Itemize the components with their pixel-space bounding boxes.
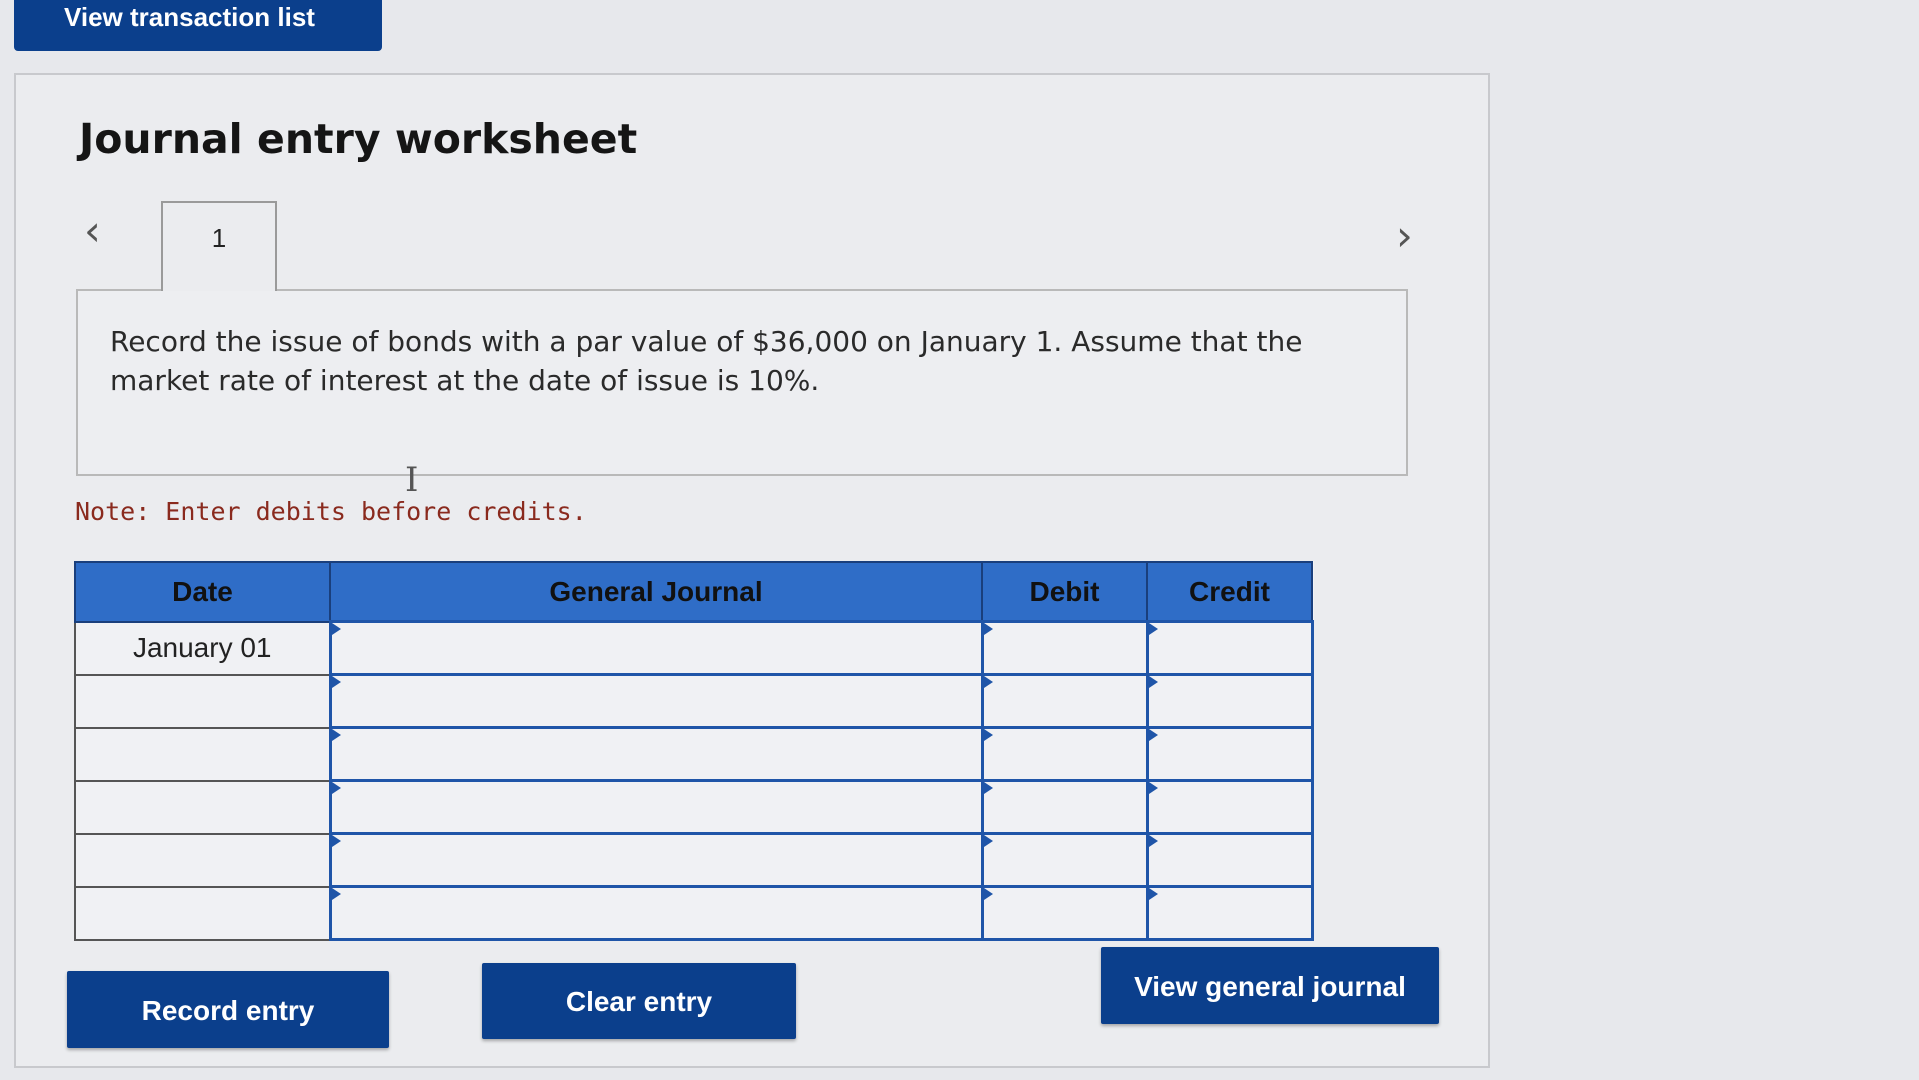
general-journal-cell[interactable] bbox=[328, 726, 984, 782]
debit-input[interactable] bbox=[983, 835, 1146, 885]
credit-input[interactable] bbox=[1148, 888, 1311, 938]
date-header: Date bbox=[74, 561, 331, 623]
credit-cell[interactable] bbox=[1145, 620, 1314, 676]
debit-cell[interactable] bbox=[980, 832, 1149, 888]
general-journal-cell[interactable] bbox=[328, 885, 984, 941]
debit-cell[interactable] bbox=[980, 673, 1149, 729]
debit-cell[interactable] bbox=[980, 779, 1149, 835]
debit-header: Debit bbox=[981, 561, 1148, 623]
general-journal-input[interactable] bbox=[331, 835, 981, 885]
date-cell bbox=[74, 832, 331, 888]
general-journal-cell[interactable] bbox=[328, 673, 984, 729]
credit-input[interactable] bbox=[1148, 835, 1311, 885]
debit-input[interactable] bbox=[983, 623, 1146, 673]
credit-cell[interactable] bbox=[1145, 779, 1314, 835]
date-cell bbox=[74, 726, 331, 782]
tab-1[interactable]: 1 bbox=[161, 201, 277, 291]
transaction-description: Record the issue of bonds with a par val… bbox=[110, 325, 1303, 397]
table-row bbox=[74, 885, 1314, 941]
debit-cell[interactable] bbox=[980, 885, 1149, 941]
text-cursor-icon: I bbox=[405, 460, 419, 500]
debit-input[interactable] bbox=[983, 676, 1146, 726]
general-journal-input[interactable] bbox=[331, 782, 981, 832]
credit-cell[interactable] bbox=[1145, 885, 1314, 941]
table-header-row: Date General Journal Debit Credit bbox=[74, 561, 1313, 623]
table-row bbox=[74, 673, 1314, 729]
credit-input[interactable] bbox=[1148, 729, 1311, 779]
credit-cell[interactable] bbox=[1145, 832, 1314, 888]
table-row: January 01 bbox=[74, 620, 1314, 676]
general-journal-input[interactable] bbox=[331, 676, 981, 726]
general-journal-cell[interactable] bbox=[328, 779, 984, 835]
general-journal-input[interactable] bbox=[331, 888, 981, 938]
debit-input[interactable] bbox=[983, 729, 1146, 779]
tab-label: 1 bbox=[211, 223, 227, 253]
debit-cell[interactable] bbox=[980, 726, 1149, 782]
date-cell bbox=[74, 673, 331, 729]
general-journal-header: General Journal bbox=[329, 561, 983, 623]
table-row bbox=[74, 832, 1314, 888]
general-journal-cell[interactable] bbox=[328, 832, 984, 888]
general-journal-input[interactable] bbox=[331, 729, 981, 779]
chevron-left-icon[interactable]: ‹ bbox=[84, 210, 101, 252]
date-cell bbox=[74, 885, 331, 941]
credit-input[interactable] bbox=[1148, 623, 1311, 673]
debit-input[interactable] bbox=[983, 782, 1146, 832]
view-general-journal-button[interactable]: View general journal bbox=[1101, 947, 1439, 1024]
credit-header: Credit bbox=[1146, 561, 1313, 623]
debit-input[interactable] bbox=[983, 888, 1146, 938]
chevron-right-icon[interactable]: › bbox=[1396, 215, 1413, 257]
credit-cell[interactable] bbox=[1145, 673, 1314, 729]
date-cell bbox=[74, 779, 331, 835]
note-text: Note: Enter debits before credits. bbox=[75, 497, 587, 526]
page-title: Journal entry worksheet bbox=[79, 115, 638, 163]
general-journal-input[interactable] bbox=[331, 623, 981, 673]
view-transaction-list-button[interactable]: View transaction list bbox=[14, 0, 382, 51]
clear-entry-button[interactable]: Clear entry bbox=[482, 963, 796, 1039]
table-row bbox=[74, 726, 1314, 782]
date-cell: January 01 bbox=[74, 620, 331, 676]
credit-cell[interactable] bbox=[1145, 726, 1314, 782]
credit-input[interactable] bbox=[1148, 782, 1311, 832]
debit-cell[interactable] bbox=[980, 620, 1149, 676]
general-journal-cell[interactable] bbox=[328, 620, 984, 676]
journal-entry-table: Date General Journal Debit Credit Januar… bbox=[74, 561, 1314, 941]
table-row bbox=[74, 779, 1314, 835]
record-entry-button[interactable]: Record entry bbox=[67, 971, 389, 1048]
credit-input[interactable] bbox=[1148, 676, 1311, 726]
